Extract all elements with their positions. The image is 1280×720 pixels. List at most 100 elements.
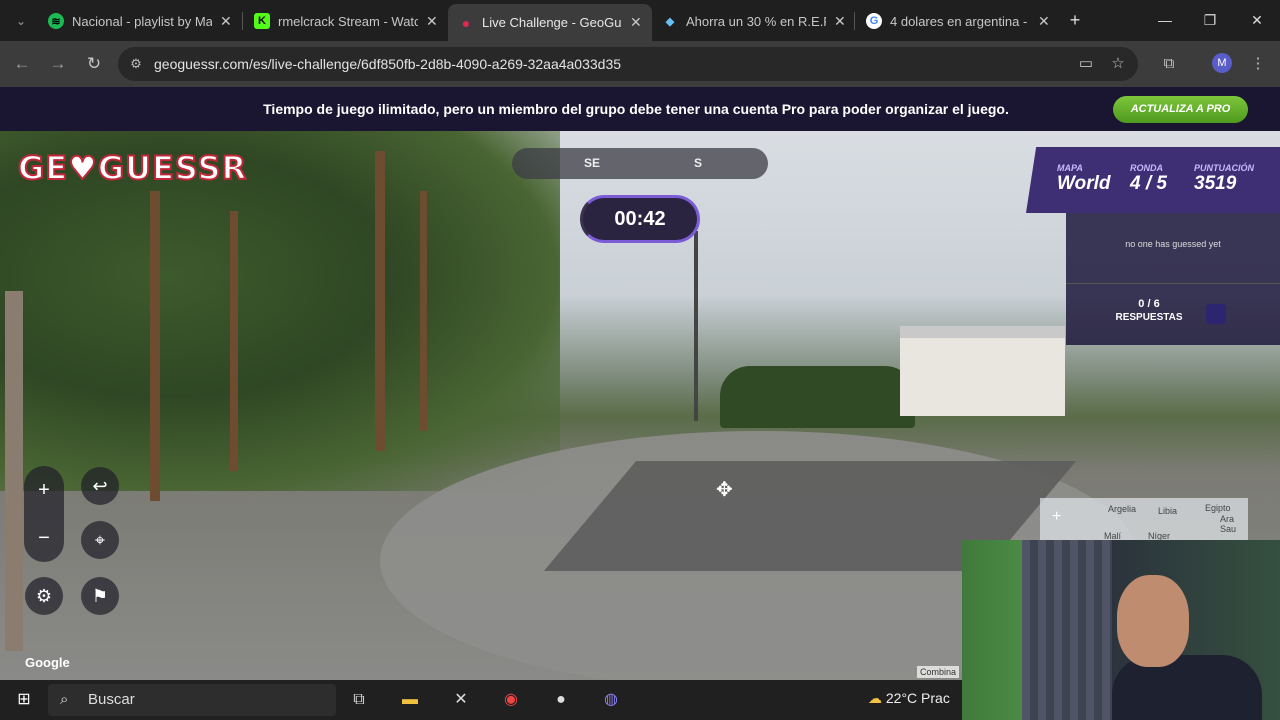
tab-google[interactable]: G 4 dolares en argentina - ✕ <box>856 6 1060 36</box>
map-country-label: Ara Sau <box>1220 514 1237 534</box>
combine-label: Combina <box>917 666 960 678</box>
tree-trunk <box>5 291 23 651</box>
webcam-overlay <box>962 540 1280 720</box>
site-info-icon[interactable]: ⚙ <box>118 56 154 72</box>
close-window-icon[interactable]: ✕ <box>1237 8 1277 32</box>
kick-icon: K <box>254 13 270 29</box>
address-bar[interactable]: ⚙ geoguessr.com/es/live-challenge/6df850… <box>118 47 1138 81</box>
tab-steam[interactable]: ◆ Ahorra un 30 % en R.E.P. ✕ <box>652 6 856 36</box>
close-tab-icon[interactable]: ✕ <box>426 13 438 30</box>
avatar[interactable]: M <box>1212 53 1232 73</box>
browser-tab-bar: ⌄ ≋ Nacional - playlist by Ma ✕ K rmelcr… <box>0 0 1280 41</box>
banner-text: Tiempo de juego ilimitado, pero un miemb… <box>263 101 1009 117</box>
close-tab-icon[interactable]: ✕ <box>630 14 642 31</box>
file-explorer-icon[interactable]: ▬ <box>397 688 423 712</box>
weather-text: 22°C Prac <box>885 690 950 706</box>
tab-title: Nacional - playlist by Ma <box>72 13 212 29</box>
round-value: 4 / 5 <box>1130 173 1167 194</box>
map-value: World <box>1057 173 1111 194</box>
tab-title: rmelcrack Stream - Watc <box>278 13 418 29</box>
taskbar-search[interactable]: ⌕ Buscar <box>48 684 336 716</box>
geoguessr-logo: GE♥GUESSR <box>17 148 248 188</box>
return-to-start-button[interactable]: ⌖ <box>81 521 119 559</box>
zoom-out-button[interactable]: − <box>24 514 64 562</box>
chrome-icon[interactable]: ◉ <box>498 688 524 712</box>
install-app-icon[interactable]: ▭ <box>1075 53 1097 75</box>
tab-spotify[interactable]: ≋ Nacional - playlist by Ma ✕ <box>38 6 242 36</box>
move-cursor-icon: ✥ <box>716 479 733 501</box>
tab-kick[interactable]: K rmelcrack Stream - Watc ✕ <box>244 6 448 36</box>
extensions-icon[interactable]: ⧉ <box>1158 53 1180 75</box>
answers-panel: 0 / 6 RESPUESTAS <box>1066 283 1280 345</box>
round-label: RONDA <box>1130 163 1163 173</box>
new-tab-icon[interactable]: + <box>1055 8 1095 32</box>
compass: SE S <box>512 148 768 179</box>
guess-minimap[interactable]: + Argelia Libia Egipto Ara Sau Malí Níge… <box>1040 498 1248 541</box>
bookmark-star-icon[interactable]: ☆ <box>1107 53 1129 75</box>
streamer-body <box>1112 655 1262 720</box>
menu-icon[interactable]: ⋮ <box>1247 53 1269 75</box>
zoom-in-button[interactable]: + <box>24 466 64 514</box>
close-tab-icon[interactable]: ✕ <box>834 13 846 30</box>
back-icon[interactable]: ← <box>9 51 35 77</box>
expand-map-icon[interactable]: + <box>1052 508 1061 526</box>
weather-widget[interactable]: ☁ 22°C Prac <box>868 690 950 707</box>
google-icon: G <box>866 13 882 29</box>
weather-icon: ☁ <box>868 690 882 706</box>
utility-pole <box>694 231 698 421</box>
obs-icon[interactable]: ● <box>548 688 574 712</box>
geoguessr-icon: ● <box>461 14 471 31</box>
search-icon: ⌕ <box>60 691 69 708</box>
score-label: PUNTUACIÓN <box>1194 163 1254 173</box>
upgrade-pro-button[interactable]: ACTUALIZA A PRO <box>1113 96 1248 123</box>
tab-divider <box>854 12 855 30</box>
gear-icon: ⚙ <box>35 586 53 606</box>
tab-divider <box>242 12 243 30</box>
flag-button[interactable]: ⚑ <box>81 577 119 615</box>
taskbar-search-placeholder: Buscar <box>88 691 135 708</box>
url-text: geoguessr.com/es/live-challenge/6df850fb… <box>154 56 622 72</box>
tab-title: Ahorra un 30 % en R.E.P. <box>686 13 826 29</box>
tab-title: Live Challenge - GeoGue <box>482 15 622 30</box>
windows-start-icon[interactable]: ⊞ <box>11 688 37 712</box>
restore-icon[interactable]: ❐ <box>1190 8 1230 32</box>
map-country-label: Egipto <box>1205 503 1231 513</box>
task-view-icon[interactable]: ⧉ <box>346 688 372 712</box>
settings-button[interactable]: ⚙ <box>25 577 63 615</box>
tree-trunk <box>230 211 238 471</box>
discord-icon[interactable]: ◍ <box>598 688 624 712</box>
tree-trunk <box>150 191 160 501</box>
map-country-label: Argelia <box>1108 504 1137 514</box>
spotify-icon: ≋ <box>48 13 64 29</box>
flag-icon: ⚑ <box>91 586 109 606</box>
guess-status: no one has guessed yet <box>1066 213 1280 283</box>
undo-move-button[interactable]: ↩ <box>81 467 119 505</box>
tree-trunk <box>375 151 385 451</box>
tab-title: 4 dolares en argentina - <box>890 13 1028 29</box>
pro-banner: Tiempo de juego ilimitado, pero un miemb… <box>0 87 1280 131</box>
reload-icon[interactable]: ↻ <box>81 51 107 77</box>
browser-toolbar: ← → ↻ ⚙ geoguessr.com/es/live-challenge/… <box>0 41 1280 87</box>
house <box>900 326 1065 416</box>
hedge <box>720 366 915 428</box>
score-value: 3519 <box>1194 173 1237 194</box>
app-icon[interactable]: ✕ <box>448 688 474 712</box>
google-watermark: Google <box>25 655 70 670</box>
game-status-panel: MAPA World RONDA 4 / 5 PUNTUACIÓN 3519 <box>1026 147 1280 213</box>
forward-icon[interactable]: → <box>45 51 71 77</box>
tab-search-chevron-icon[interactable]: ⌄ <box>8 8 34 34</box>
steam-icon: ◆ <box>665 15 675 28</box>
answers-label: RESPUESTAS <box>1115 312 1183 323</box>
undo-icon: ↩ <box>92 476 108 496</box>
player-indicator <box>1206 304 1226 324</box>
close-tab-icon[interactable]: ✕ <box>220 13 232 30</box>
close-tab-icon[interactable]: ✕ <box>1038 13 1050 30</box>
taskbar: ⊞ ⌕ Buscar ⧉ ▬ ✕ ◉ ● ◍ ☁ 22°C Prac <box>0 680 962 720</box>
compass-heading: SE <box>584 156 601 170</box>
round-timer: 00:42 <box>580 195 700 243</box>
streamer-head <box>1117 575 1189 667</box>
map-label: MAPA <box>1057 163 1083 173</box>
zoom-control: + − <box>24 466 64 562</box>
minimize-icon[interactable]: — <box>1145 8 1185 32</box>
tab-geoguessr[interactable]: ● Live Challenge - GeoGue ✕ <box>448 4 652 41</box>
